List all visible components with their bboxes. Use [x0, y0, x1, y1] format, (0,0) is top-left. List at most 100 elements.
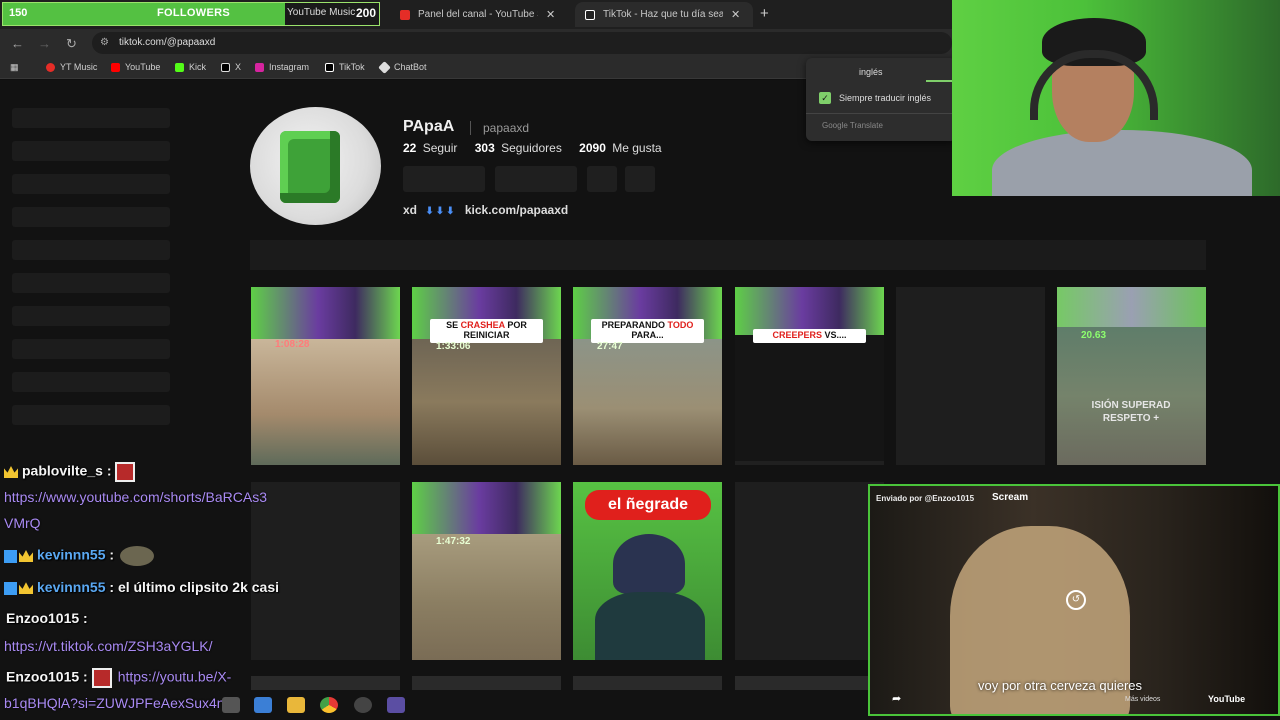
- close-icon[interactable]: ✕: [546, 8, 555, 21]
- thumbnail-webcam: [412, 482, 561, 534]
- video-thumbnail[interactable]: 20.63 ISIÓN SUPERAD RESPETO +: [1057, 287, 1206, 465]
- kick-icon: [175, 62, 184, 72]
- crown-badge-icon: [19, 550, 33, 562]
- video-thumbnail[interactable]: CREEPERS VS....: [735, 287, 884, 465]
- video-thumbnail[interactable]: 1:08:28: [251, 287, 400, 465]
- youtube-embed-panel[interactable]: Enviado por @Enzoo1015 Scream ↺ voy por …: [868, 484, 1280, 716]
- always-translate-label: Siempre traducir inglés: [839, 93, 932, 103]
- obs-icon[interactable]: [354, 697, 372, 713]
- sub-badge-icon: [4, 549, 17, 563]
- bookmark-label: YouTube: [125, 62, 161, 72]
- close-icon[interactable]: ✕: [731, 8, 740, 21]
- video-thumbnail[interactable]: el ñegrade: [573, 482, 722, 660]
- reload-button[interactable]: ↻: [66, 36, 77, 52]
- thumbnail-gameplay: [573, 339, 722, 465]
- profile-handle: papaaxd: [470, 121, 529, 135]
- video-thumbnail[interactable]: [573, 676, 722, 690]
- profile-avatar[interactable]: [250, 107, 381, 225]
- replay-icon[interactable]: ↺: [1066, 590, 1086, 610]
- sidebar-skeleton: [12, 207, 170, 227]
- bookmark-label: YT Music: [60, 62, 98, 72]
- tab-youtube-studio[interactable]: Panel del canal - YouTube Studio ✕: [390, 2, 572, 27]
- chrome-icon[interactable]: [320, 697, 338, 713]
- chat-link[interactable]: b1qBHQlA?si=ZUWJPFeAexSux4nd: [4, 695, 232, 711]
- taskbar-app-icon[interactable]: [222, 697, 240, 713]
- back-button[interactable]: ←: [11, 36, 24, 51]
- bookmark-yt-music[interactable]: YT Music: [46, 62, 97, 72]
- following-stat[interactable]: 22 Seguir: [403, 141, 457, 155]
- profile-bio: xd ⬇⬇⬇ kick.com/papaaxd: [403, 203, 568, 217]
- video-caption: CREEPERS VS....: [753, 329, 866, 343]
- bookmark-x[interactable]: X: [221, 62, 241, 72]
- follow-button-skeleton[interactable]: [403, 166, 485, 192]
- icon-button-skeleton[interactable]: [587, 166, 617, 192]
- video-thumbnail[interactable]: [412, 676, 561, 690]
- video-thumbnail-loading[interactable]: [735, 482, 884, 660]
- translate-language-tab[interactable]: inglés: [859, 67, 883, 77]
- new-tab-button[interactable]: +: [760, 5, 769, 22]
- video-thumbnail[interactable]: PREPARANDO TODO PARA... 27:47: [573, 287, 722, 465]
- x-icon: [221, 62, 230, 72]
- divider: [806, 113, 956, 114]
- chat-link[interactable]: https://youtu.be/X-: [118, 669, 232, 685]
- chat-link[interactable]: https://www.youtube.com/shorts/BaRCAs3: [4, 489, 267, 505]
- share-icon[interactable]: ➦: [892, 692, 901, 705]
- apps-grid-icon[interactable]: ▦: [10, 62, 19, 73]
- taskbar-app-icon[interactable]: [387, 697, 405, 713]
- chat-username: kevinnn55: [37, 546, 106, 563]
- video-thumbnail[interactable]: [735, 676, 884, 690]
- sidebar-skeleton: [12, 240, 170, 260]
- message-button-skeleton[interactable]: [495, 166, 577, 192]
- crown-badge-icon: [19, 582, 33, 595]
- bookmark-kick[interactable]: Kick: [175, 62, 206, 72]
- chat-link[interactable]: https://vt.tiktok.com/ZSH3aYGLK/: [4, 638, 213, 654]
- chatbot-icon: [378, 60, 391, 74]
- caption-text: PARA...: [631, 329, 664, 340]
- thumbnail-person: [613, 534, 685, 594]
- sub-badge-icon: [4, 581, 17, 595]
- taskbar-app-icon[interactable]: [254, 697, 272, 713]
- video-timer: 1:47:32: [436, 536, 471, 547]
- youtube-icon: [400, 9, 410, 20]
- video-title: Scream: [992, 492, 1029, 503]
- followers-stat[interactable]: 303 Seguidores: [475, 141, 562, 155]
- bookmark-instagram[interactable]: Instagram: [255, 62, 309, 72]
- thumbnail-gameplay: [412, 339, 561, 465]
- checkbox-checked-icon[interactable]: ✓: [819, 92, 831, 104]
- thumbnail-gameplay: [251, 339, 400, 465]
- profile-stats: 22 Seguir 303 Seguidores 2090 Me gusta: [403, 141, 676, 155]
- youtube-logo[interactable]: YouTube: [1208, 694, 1245, 704]
- creeper-plush-image: [280, 131, 340, 203]
- tab-tiktok[interactable]: TikTok - Haz que tu día sea especial ✕: [575, 2, 753, 27]
- folder-icon[interactable]: [287, 697, 305, 713]
- sidebar-skeleton: [12, 339, 170, 359]
- site-info-icon[interactable]: ⚙: [100, 37, 109, 48]
- followers-goal-bar: 150 FOLLOWERS YouTube Music 200: [2, 2, 380, 26]
- bookmark-youtube[interactable]: YouTube: [111, 62, 160, 72]
- url-input[interactable]: ⚙ tiktok.com/@papaaxd: [92, 32, 952, 54]
- chat-message: Enzoo1015 :: [6, 610, 88, 626]
- bookmark-label: X: [235, 62, 242, 72]
- forward-button[interactable]: →: [38, 36, 51, 51]
- bookmark-chatbot[interactable]: ChatBot: [378, 60, 427, 74]
- bookmark-tiktok[interactable]: TikTok: [325, 62, 365, 72]
- bio-link[interactable]: kick.com/papaaxd: [465, 203, 568, 217]
- video-timer: 20.63: [1081, 330, 1107, 341]
- chat-message: kevinnn55 :: [4, 546, 155, 566]
- video-thumbnail[interactable]: SE CRASHEA POR REINICIAR 1:33:06: [412, 287, 561, 465]
- icon-button-skeleton[interactable]: [625, 166, 655, 192]
- followers-current: 150: [9, 7, 28, 19]
- caption-highlight: CRASHEA: [460, 320, 505, 330]
- more-videos-label[interactable]: Más videos: [1125, 696, 1160, 703]
- chat-separator: :: [109, 546, 115, 563]
- video-thumbnail-loading[interactable]: [251, 482, 400, 660]
- sidebar-skeleton: [12, 141, 170, 161]
- chat-link[interactable]: VMrQ: [4, 515, 41, 531]
- video-thumbnail[interactable]: [251, 676, 400, 690]
- webcam-shirt: [992, 130, 1252, 196]
- thumbnail-person-body: [595, 592, 705, 660]
- followers-goal-name: YouTube Music: [287, 7, 356, 18]
- video-thumbnail[interactable]: 1:47:32: [412, 482, 561, 660]
- video-thumbnail-loading[interactable]: [896, 287, 1045, 465]
- translate-popup: inglés ✓ Siempre traducir inglés Google …: [806, 58, 956, 141]
